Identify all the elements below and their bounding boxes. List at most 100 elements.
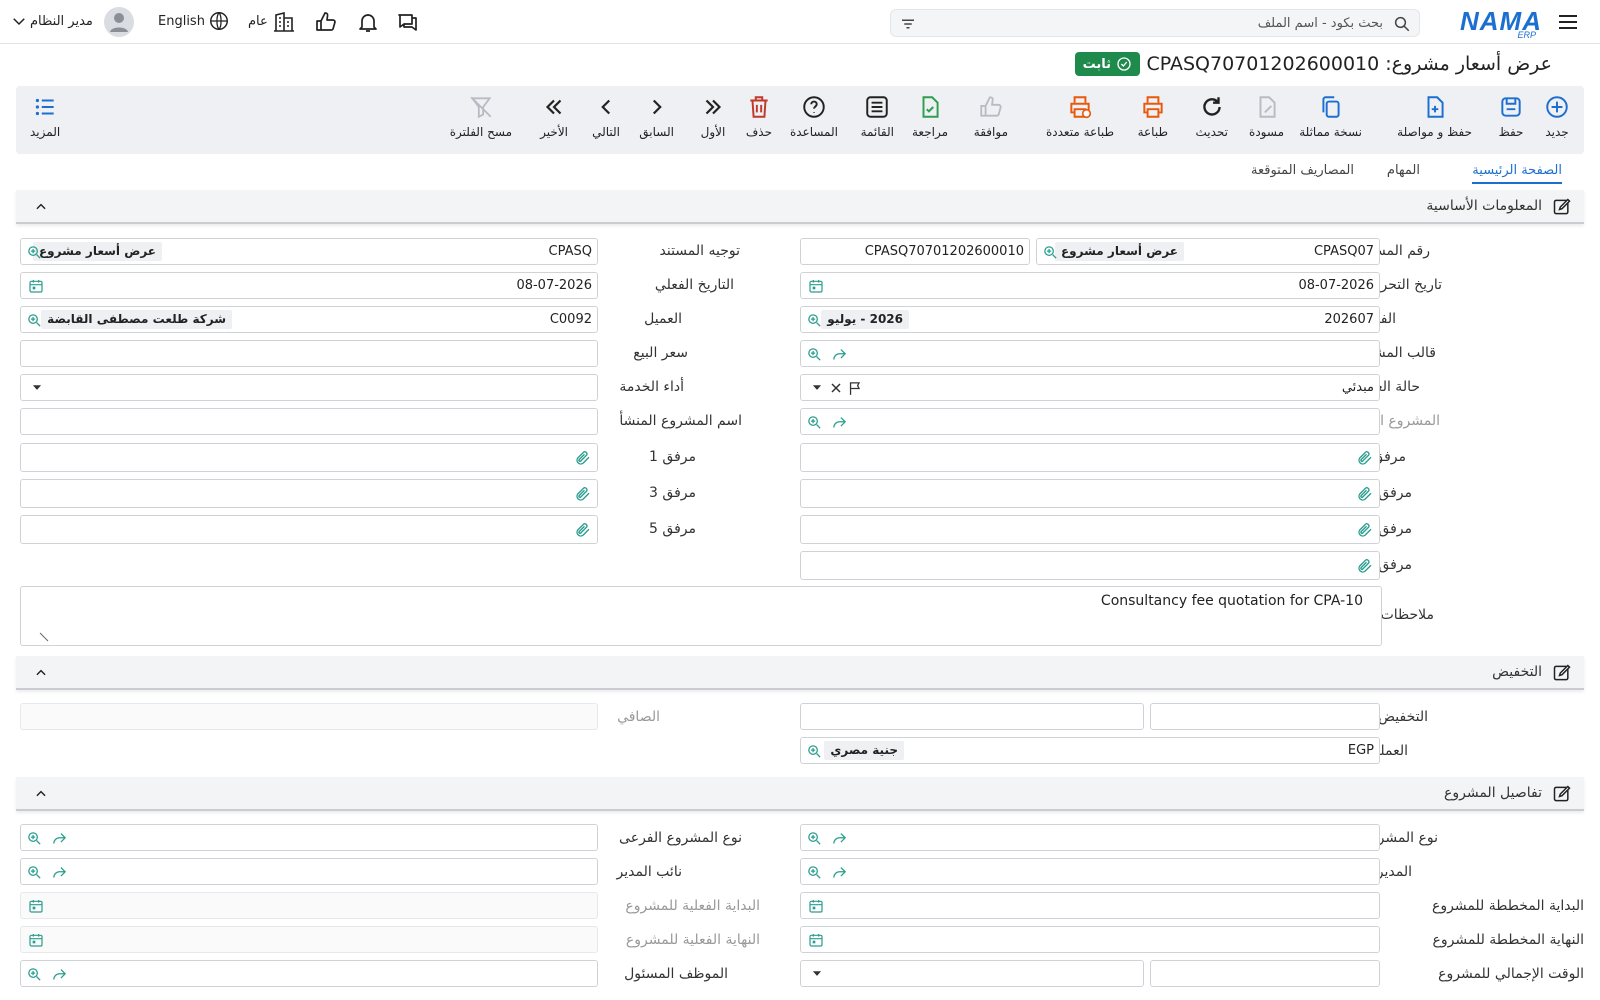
first-button[interactable]: الأول xyxy=(700,94,726,139)
actual-date-field[interactable]: 08-07-2026 xyxy=(20,272,598,299)
multi-print-button[interactable]: طباعة متعددة xyxy=(1046,94,1114,139)
previous-button[interactable]: السابق xyxy=(639,94,674,139)
search-add-icon[interactable] xyxy=(806,346,823,363)
calendar-icon[interactable] xyxy=(807,278,824,295)
net-field[interactable] xyxy=(20,703,598,730)
actual-start-field[interactable] xyxy=(20,892,598,919)
caret-down-icon[interactable] xyxy=(27,380,44,397)
responsible-field[interactable] xyxy=(20,960,598,987)
search-add-icon[interactable] xyxy=(806,312,823,329)
clear-x-icon[interactable] xyxy=(827,380,844,397)
attachment-3-field[interactable] xyxy=(20,479,598,508)
language-switch[interactable]: English xyxy=(158,14,205,29)
offer-status-select[interactable]: مبدئي xyxy=(800,374,1380,401)
attachment-1-field[interactable] xyxy=(20,443,598,472)
paperclip-icon[interactable] xyxy=(575,449,592,466)
search-add-icon[interactable] xyxy=(1042,244,1059,261)
paperclip-icon[interactable] xyxy=(575,521,592,538)
sale-price-field[interactable] xyxy=(20,340,598,367)
duplicate-button[interactable]: نسخة مماثلة xyxy=(1299,94,1362,139)
actual-end-field[interactable] xyxy=(20,926,598,953)
calendar-icon[interactable] xyxy=(27,898,44,915)
attachment-2-field[interactable] xyxy=(800,479,1380,508)
save-button[interactable]: حفظ xyxy=(1498,94,1524,139)
avatar[interactable] xyxy=(104,7,134,37)
currency-field[interactable]: EGP جنية مصري xyxy=(800,737,1380,764)
calendar-icon[interactable] xyxy=(27,932,44,949)
share-arrow-icon[interactable] xyxy=(51,864,68,881)
chevron-up-icon[interactable] xyxy=(34,666,48,680)
doc-no-field[interactable]: CPASQ07 عرض أسعار مشروع xyxy=(1036,238,1380,265)
period-field[interactable]: 202607 2026 - يوليو xyxy=(800,306,1380,333)
search-add-icon[interactable] xyxy=(806,864,823,881)
paperclip-icon[interactable] xyxy=(1357,485,1374,502)
edit-date-field[interactable]: 08-07-2026 xyxy=(800,272,1380,299)
attachment-6-field[interactable] xyxy=(800,551,1380,580)
deputy-field[interactable] xyxy=(20,858,598,885)
refresh-button[interactable]: تحديث xyxy=(1195,94,1228,139)
new-button[interactable]: جديد xyxy=(1544,94,1570,139)
planned-start-field[interactable] xyxy=(800,892,1380,919)
thumbs-up-icon[interactable] xyxy=(314,10,338,34)
paperclip-icon[interactable] xyxy=(575,485,592,502)
doc-no-value-field[interactable]: CPASQ70701202600010 xyxy=(800,238,1030,265)
chevron-up-icon[interactable] xyxy=(34,787,48,801)
calendar-icon[interactable] xyxy=(27,278,44,295)
search-add-icon[interactable] xyxy=(26,244,43,261)
share-arrow-icon[interactable] xyxy=(51,830,68,847)
caret-down-icon[interactable] xyxy=(807,966,824,983)
more-button[interactable]: المزيد xyxy=(30,94,60,139)
calendar-icon[interactable] xyxy=(807,898,824,915)
last-button[interactable]: الأخير xyxy=(540,94,568,139)
chat-icon[interactable] xyxy=(396,10,420,34)
attachment-field[interactable] xyxy=(800,443,1380,472)
save-continue-button[interactable]: حفظ و مواصلة xyxy=(1397,94,1472,139)
customer-field[interactable]: C0092 شركة طلعت مصطفى القابضة xyxy=(20,306,598,333)
origin-project-name-field[interactable] xyxy=(20,408,598,435)
share-arrow-icon[interactable] xyxy=(831,830,848,847)
discount-amount-field[interactable] xyxy=(800,703,1144,730)
project-template-field[interactable] xyxy=(800,340,1380,367)
search-input[interactable] xyxy=(943,13,1383,33)
paperclip-icon[interactable] xyxy=(1357,449,1374,466)
search-add-icon[interactable] xyxy=(806,830,823,847)
chevron-up-icon[interactable] xyxy=(34,200,48,214)
project-type-field[interactable] xyxy=(800,824,1380,851)
chevron-down-icon[interactable] xyxy=(10,12,28,30)
next-button[interactable]: التالي xyxy=(592,94,620,139)
tab-tasks[interactable]: المهام xyxy=(1387,163,1420,178)
building-icon[interactable] xyxy=(272,10,296,34)
manager-field[interactable] xyxy=(800,858,1380,885)
direction-field[interactable]: CPASQ عرض أسعار مشروع xyxy=(20,238,598,265)
paperclip-icon[interactable] xyxy=(1357,521,1374,538)
clear-filter-button[interactable]: مسح الفلترة xyxy=(450,94,512,139)
delete-button[interactable]: حذف xyxy=(746,94,772,139)
search-icon[interactable] xyxy=(1393,15,1411,33)
total-time-value-field[interactable] xyxy=(1150,960,1380,987)
tab-main[interactable]: الصفحة الرئيسية xyxy=(1472,163,1562,184)
share-arrow-icon[interactable] xyxy=(831,346,848,363)
attachment-5-field[interactable] xyxy=(20,515,598,544)
resize-handle-icon[interactable] xyxy=(39,632,49,642)
search-add-icon[interactable] xyxy=(26,830,43,847)
discount-percent-field[interactable] xyxy=(1150,703,1380,730)
search-add-icon[interactable] xyxy=(806,414,823,431)
branch-label[interactable]: عام xyxy=(248,14,268,29)
discount-section-header[interactable]: التخفيض xyxy=(16,656,1584,690)
filter-icon[interactable] xyxy=(899,15,917,33)
origin-project-field[interactable] xyxy=(800,408,1380,435)
share-arrow-icon[interactable] xyxy=(831,414,848,431)
flag-icon[interactable] xyxy=(847,380,864,397)
caret-down-icon[interactable] xyxy=(807,380,824,397)
sub-type-field[interactable] xyxy=(20,824,598,851)
draft-button[interactable]: مسودة xyxy=(1249,94,1284,139)
calendar-icon[interactable] xyxy=(807,932,824,949)
attachment-4-field[interactable] xyxy=(800,515,1380,544)
help-button[interactable]: المساعدة xyxy=(790,94,838,139)
globe-icon[interactable] xyxy=(206,10,230,34)
menu-icon[interactable] xyxy=(1556,10,1580,34)
share-arrow-icon[interactable] xyxy=(831,864,848,881)
planned-end-field[interactable] xyxy=(800,926,1380,953)
total-time-unit-select[interactable] xyxy=(800,960,1144,987)
print-button[interactable]: طباعة xyxy=(1138,94,1168,139)
